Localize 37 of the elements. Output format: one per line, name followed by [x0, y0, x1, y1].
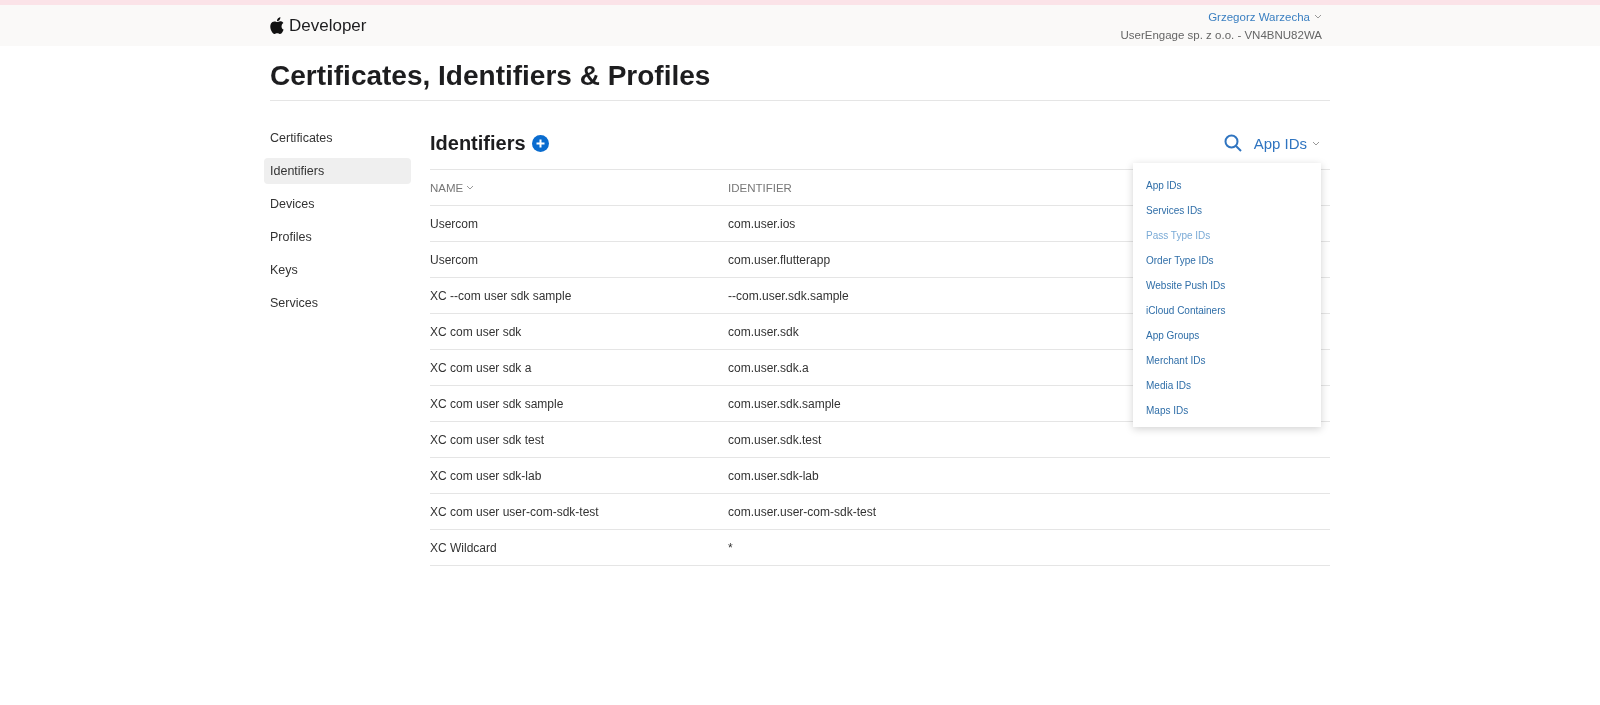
section-title: Identifiers — [430, 131, 526, 155]
table-cell: com.user.sdk-lab — [728, 457, 1330, 494]
table-cell: XC com user sdk sample — [430, 385, 728, 422]
apple-logo-icon — [270, 17, 284, 34]
menu-item[interactable]: App IDs — [1133, 173, 1321, 198]
chevron-down-icon — [1314, 14, 1322, 19]
column-header[interactable]: NAME — [430, 169, 728, 206]
search-icon[interactable] — [1223, 134, 1242, 152]
table-cell: XC com user sdk — [430, 313, 728, 350]
sidebar-item[interactable]: Devices — [264, 191, 411, 217]
brand-name: Developer — [289, 15, 367, 36]
chevron-down-icon — [466, 185, 475, 190]
page-title: Certificates, Identifiers & Profiles — [270, 46, 1330, 101]
menu-item[interactable]: Order Type IDs — [1133, 248, 1321, 273]
sidebar-item[interactable]: Keys — [264, 257, 411, 283]
table-cell: XC com user sdk a — [430, 349, 728, 386]
account-menu[interactable]: Grzegorz Warzecha — [1208, 10, 1322, 23]
table-cell: XC Wildcard — [430, 529, 728, 566]
table-cell: * — [728, 529, 1330, 566]
table-cell: XC com user sdk test — [430, 421, 728, 458]
menu-item[interactable]: Maps IDs — [1133, 398, 1321, 423]
sidebar-item[interactable]: Identifiers — [264, 158, 411, 184]
table-cell: com.user.user-com-sdk-test — [728, 493, 1330, 530]
table-cell: XC com user user-com-sdk-test — [430, 493, 728, 530]
sidebar-item[interactable]: Services — [264, 290, 411, 316]
sidebar-item[interactable]: Profiles — [264, 224, 411, 250]
add-icon[interactable] — [531, 134, 549, 152]
table-cell: Usercom — [430, 241, 728, 278]
table-cell: XC com user sdk-lab — [430, 457, 728, 494]
menu-item[interactable]: App Groups — [1133, 323, 1321, 348]
chevron-down-icon — [1312, 140, 1320, 146]
table-cell: Usercom — [430, 205, 728, 242]
team-name: UserEngage sp. z o.o. - VN4BNU82WA — [1120, 28, 1322, 41]
sidebar-item[interactable]: Certificates — [264, 125, 411, 151]
menu-item[interactable]: Merchant IDs — [1133, 348, 1321, 373]
filter-dropdown[interactable]: App IDs — [1253, 134, 1320, 152]
table-cell: XC --com user sdk sample — [430, 277, 728, 314]
